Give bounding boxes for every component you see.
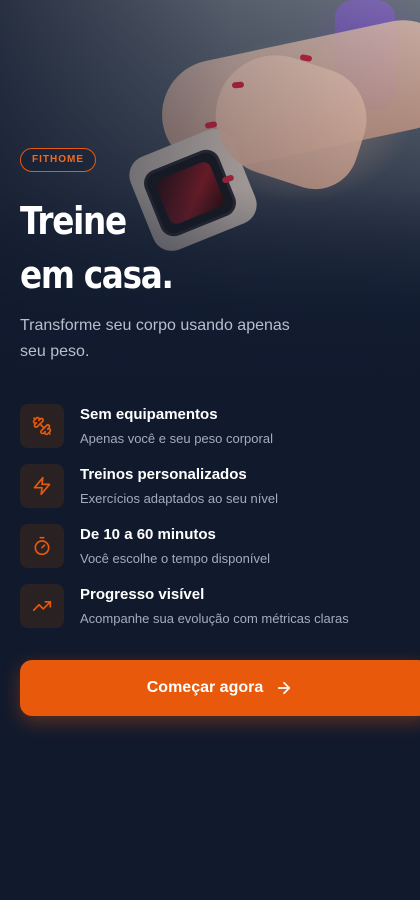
trending-up-icon: [20, 584, 64, 628]
start-now-button[interactable]: Começar agora: [20, 660, 420, 716]
feature-list: Sem equipamentos Apenas você e seu peso …: [20, 404, 410, 644]
feature-description: Acompanhe sua evolução com métricas clar…: [80, 611, 349, 626]
feature-title: Treinos personalizados: [80, 466, 247, 483]
feature-title: Sem equipamentos: [80, 406, 218, 423]
feature-description: Você escolhe o tempo disponível: [80, 551, 271, 566]
start-now-label: Começar agora: [146, 679, 264, 696]
feature-item: Progresso visível Acompanhe sua evolução…: [20, 584, 410, 644]
feature-title: De 10 a 60 minutos: [80, 526, 216, 543]
page-title: Treine em casa.: [20, 194, 174, 302]
feature-description: Apenas você e seu peso corporal: [80, 431, 273, 446]
feature-title: Progresso visível: [80, 586, 205, 603]
feature-description: Exercícios adaptados ao seu nível: [80, 491, 279, 506]
page-subtitle: Transforme seu corpo usando apenas seu p…: [20, 317, 290, 360]
title-line-1: Treine: [20, 199, 127, 243]
feature-item: Treinos personalizados Exercícios adapta…: [20, 464, 410, 524]
arrow-right-icon: [275, 679, 293, 697]
stopwatch-icon: [20, 524, 64, 568]
title-line-2: em casa.: [20, 253, 174, 297]
dumbbell-icon: [20, 404, 64, 448]
feature-item: Sem equipamentos Apenas você e seu peso …: [20, 404, 410, 464]
brand-badge: FITHOME: [20, 148, 96, 172]
lightning-icon: [20, 464, 64, 508]
feature-item: De 10 a 60 minutos Você escolhe o tempo …: [20, 524, 410, 584]
